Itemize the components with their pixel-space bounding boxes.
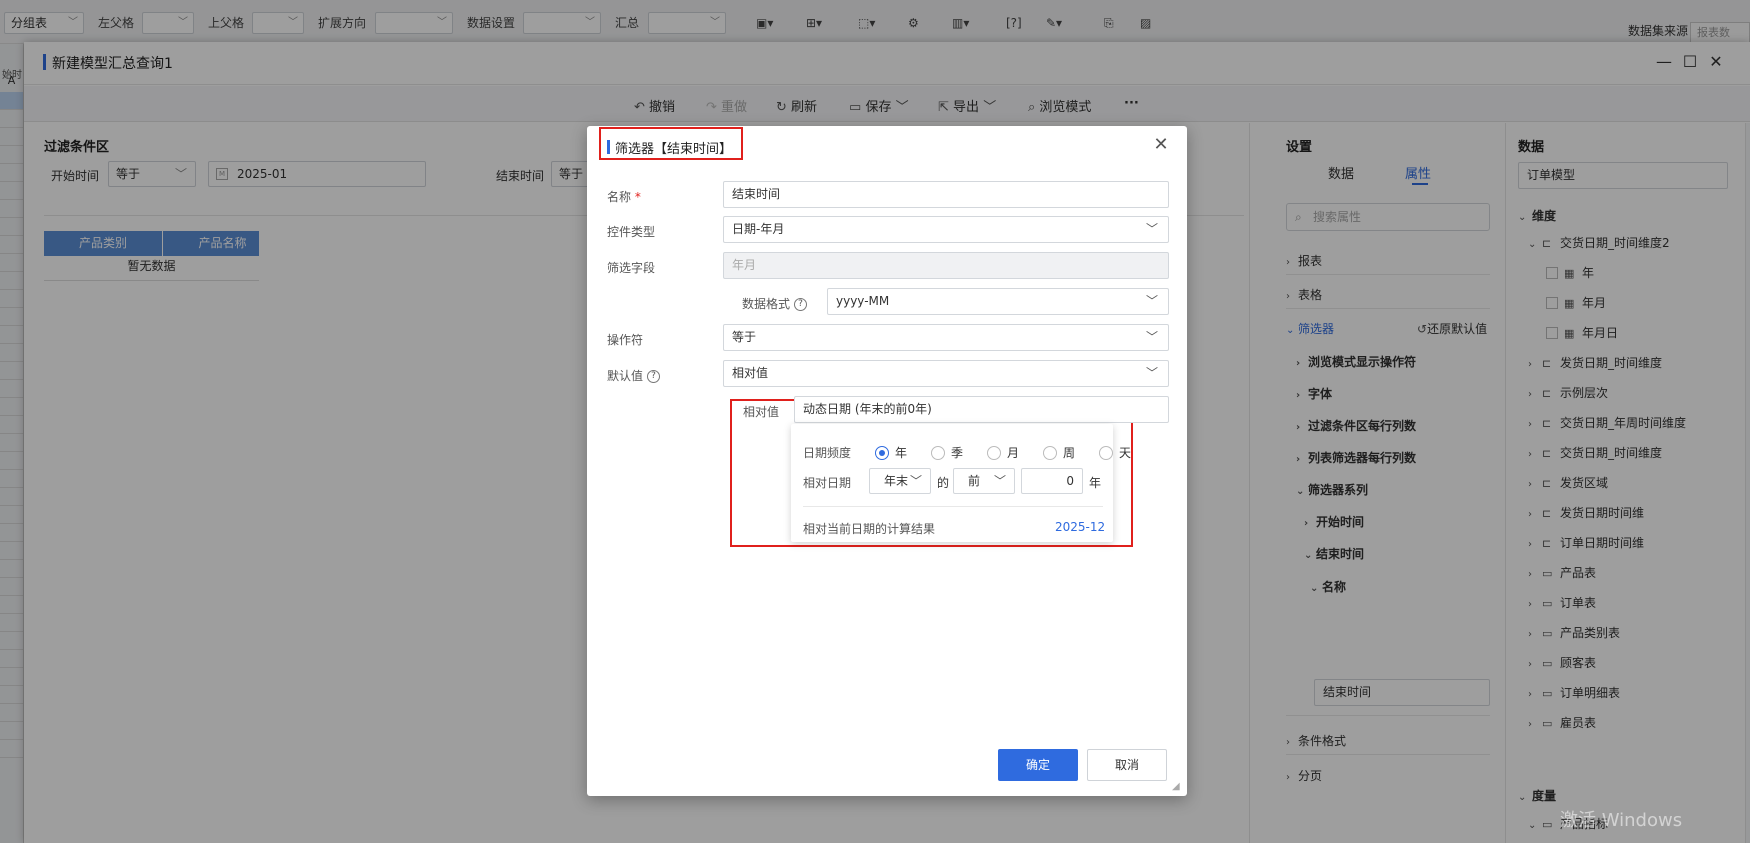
close-icon[interactable]: ✕ bbox=[1150, 134, 1172, 155]
filter-field-label: 筛选字段 bbox=[607, 261, 656, 275]
relative-date-popup: 日期频度 年 季 月 周 天 相对日期 年末 ﹀ 的 前 ﹀ 0 年 相对当前日期的… bbox=[791, 424, 1131, 542]
help-icon[interactable]: ? bbox=[794, 298, 808, 311]
dialog-title: 筛选器【结束时间】 bbox=[615, 142, 733, 157]
radio-day[interactable]: 天 bbox=[1099, 444, 1131, 461]
windows-activation-watermark: 激活 Windows bbox=[1560, 810, 1683, 831]
freq-label: 日期频度 bbox=[803, 446, 852, 460]
divider bbox=[803, 506, 1103, 507]
chevron-down-icon: ﹀ bbox=[909, 474, 922, 488]
radio-month[interactable]: 月 bbox=[987, 444, 1019, 461]
default-value-select[interactable]: 相对值 ﹀ bbox=[723, 360, 1169, 387]
relative-value-label: 相对值 bbox=[743, 405, 780, 419]
radio-quarter[interactable]: 季 bbox=[931, 444, 963, 461]
data-format-select[interactable]: yyyy-MM ﹀ bbox=[827, 288, 1169, 315]
radio-week[interactable]: 周 bbox=[1043, 444, 1075, 461]
relative-date-label: 相对日期 bbox=[803, 476, 852, 490]
unit-text: 年 bbox=[1089, 476, 1102, 490]
direction-select[interactable]: 前 ﹀ bbox=[953, 468, 1015, 494]
anchor-select[interactable]: 年末 ﹀ bbox=[869, 468, 931, 494]
filter-dialog: 筛选器【结束时间】 ✕ 名称 * 结束时间 控件类型 日期-年月 ﹀ 筛选字段 年… bbox=[587, 126, 1187, 796]
resize-grip-icon[interactable]: ◢ bbox=[1172, 781, 1184, 793]
control-type-select[interactable]: 日期-年月 ﹀ bbox=[723, 216, 1169, 243]
offset-input[interactable]: 0 bbox=[1021, 468, 1083, 494]
name-input[interactable]: 结束时间 bbox=[723, 181, 1169, 208]
chevron-down-icon: ﹀ bbox=[1145, 294, 1158, 308]
operator-select[interactable]: 等于 ﹀ bbox=[723, 324, 1169, 351]
chevron-down-icon: ﹀ bbox=[1145, 330, 1158, 344]
filter-field-input[interactable]: 年月 bbox=[723, 252, 1169, 279]
control-type-label: 控件类型 bbox=[607, 225, 656, 239]
calc-result-label: 相对当前日期的计算结果 bbox=[803, 522, 936, 536]
chevron-down-icon: ﹀ bbox=[1145, 366, 1158, 380]
chevron-down-icon: ﹀ bbox=[1145, 222, 1158, 236]
title-accent bbox=[607, 140, 610, 154]
data-format-label: 数据格式? bbox=[742, 295, 808, 312]
chevron-down-icon: ﹀ bbox=[993, 474, 1006, 488]
help-icon[interactable]: ? bbox=[647, 370, 661, 383]
name-label: 名称 * bbox=[607, 190, 641, 204]
relative-value-input[interactable]: 动态日期 (年末的前0年) bbox=[794, 396, 1169, 423]
of-text: 的 bbox=[937, 476, 950, 490]
required-mark: * bbox=[634, 190, 641, 204]
cancel-button[interactable]: 取消 bbox=[1087, 749, 1167, 781]
radio-year[interactable]: 年 bbox=[875, 444, 907, 461]
default-value-label: 默认值? bbox=[607, 367, 661, 384]
operator-label: 操作符 bbox=[607, 333, 644, 347]
confirm-button[interactable]: 确定 bbox=[998, 749, 1078, 781]
calc-result-value: 2025-12 bbox=[1055, 520, 1106, 534]
